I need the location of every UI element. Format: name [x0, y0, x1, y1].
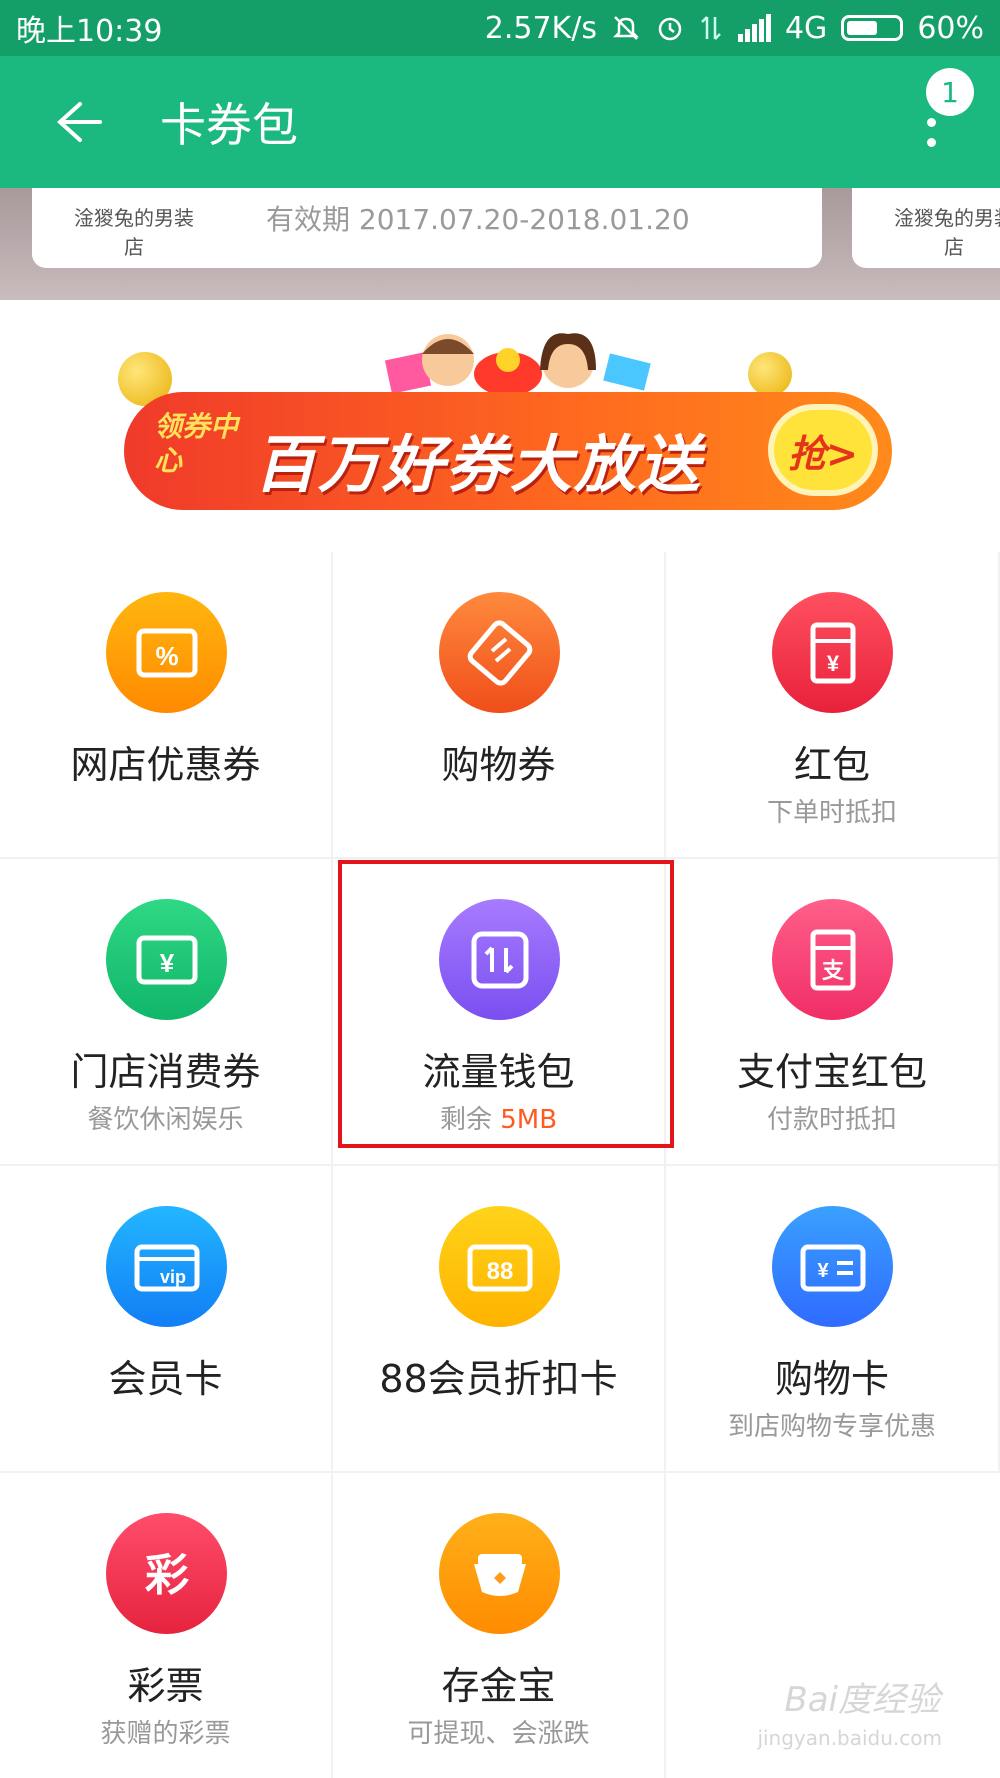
alarm-icon	[658, 17, 682, 41]
grid-item-label: 支付宝红包	[736, 1050, 927, 1094]
svg-text:¥: ¥	[817, 1260, 829, 1282]
coin-decoration	[748, 352, 792, 396]
svg-text:vip: vip	[159, 1267, 185, 1287]
svg-text:¥: ¥	[826, 651, 839, 676]
grid-item-vip-card[interactable]: vip 会员卡	[0, 1166, 333, 1473]
grid-item-label: 红包	[793, 743, 870, 787]
grab-button[interactable]: 抢>	[768, 404, 878, 496]
grid-item-lottery[interactable]: 彩彩票 获赠的彩票	[0, 1473, 333, 1778]
grid-item-shopping-card[interactable]: ¥ 购物卡到店购物专享优惠	[666, 1166, 1000, 1473]
coupon-card-next[interactable]: 淦猣兔的男装店	[852, 188, 1000, 268]
network-type: 4G	[784, 10, 828, 46]
svg-text:支: 支	[821, 959, 844, 984]
grid-item-discount-card-88[interactable]: 88 88会员折扣卡	[333, 1166, 666, 1473]
status-time: 晚上10:39	[16, 14, 163, 49]
alipay-red-envelope-icon: 支	[772, 899, 893, 1020]
card-carousel[interactable]: 淦猣兔的男装店 有效期 2017.07.20-2018.01.20 淦猣兔的男装…	[0, 188, 1000, 300]
back-button[interactable]	[0, 56, 160, 188]
grid-item-label: 彩票	[127, 1664, 204, 1708]
status-bar: 晚上10:39 2.57K/s 4G 60%	[0, 0, 1000, 56]
more-dot	[927, 118, 936, 127]
svg-text:%: %	[155, 641, 178, 671]
grid-item-gold-ingot[interactable]: 存金宝可提现、会涨跌	[333, 1473, 666, 1778]
grid-item-label: 门店消费券	[70, 1050, 261, 1094]
data-transfer-icon	[701, 16, 721, 40]
grid-item-subtitle: 到店购物专享优惠	[727, 1412, 936, 1442]
more-dot	[927, 138, 936, 147]
baidu-watermark: Bai度经验	[784, 1680, 940, 1720]
grid-item-subtitle: 餐饮休闲娱乐	[87, 1105, 244, 1135]
notification-badge: 1	[926, 68, 974, 116]
highlight-frame	[338, 860, 674, 1148]
grid-item-label: 88会员折扣卡	[379, 1357, 618, 1401]
grid-item-label: 购物卡	[774, 1357, 889, 1401]
network-speed: 2.57K/s	[484, 10, 597, 46]
banner-small-text: 领券中心	[154, 410, 239, 477]
people-illustration	[384, 333, 651, 396]
baidu-watermark-url: jingyan.baidu.com	[757, 1726, 942, 1750]
lottery-icon: 彩	[106, 1513, 227, 1634]
grid-item-label: 存金宝	[441, 1664, 556, 1708]
banner-pill: 领券中心 百万好券大放送 抢>	[124, 392, 892, 510]
grid-item-shopping-voucher[interactable]: 购物券	[333, 552, 666, 859]
svg-text:¥: ¥	[159, 948, 174, 978]
grid-item-subtitle: 下单时抵扣	[766, 798, 897, 828]
card-validity: 有效期 2017.07.20-2018.01.20	[266, 203, 690, 236]
mute-bell-icon	[612, 16, 639, 40]
battery-icon	[841, 15, 904, 41]
discount-card-88-icon: 88	[439, 1206, 560, 1327]
app-bar: 卡券包 1	[0, 56, 1000, 188]
svg-text:彩: 彩	[145, 1550, 189, 1601]
vip-card-icon: vip	[106, 1206, 227, 1327]
grid-item-subtitle: 付款时抵扣	[766, 1105, 897, 1135]
gold-ingot-icon	[439, 1513, 560, 1634]
store-logo: 淦猣兔的男装店	[894, 206, 1000, 259]
coupon-card[interactable]: 淦猣兔的男装店 有效期 2017.07.20-2018.01.20	[32, 188, 822, 268]
shopping-voucher-icon	[439, 592, 560, 713]
grid-item-label: 会员卡	[108, 1357, 223, 1401]
red-envelope-icon: ¥	[772, 592, 893, 713]
grid-item-store-voucher[interactable]: ¥ 门店消费券餐饮休闲娱乐	[0, 859, 333, 1166]
signal-icon	[737, 14, 771, 42]
coupon-center-banner[interactable]: 领券中心 百万好券大放送 抢>	[118, 330, 898, 525]
grid-item-subtitle: 可提现、会涨跌	[407, 1719, 590, 1749]
grid-item-subtitle: 获赠的彩票	[100, 1719, 231, 1749]
page-title: 卡券包	[160, 98, 298, 152]
grid-item-coupon-percent[interactable]: % 网店优惠券	[0, 552, 333, 859]
shopping-card-icon: ¥	[772, 1206, 893, 1327]
coupon-percent-icon: %	[106, 592, 227, 713]
back-arrow-icon	[57, 102, 102, 142]
store-voucher-icon: ¥	[106, 899, 227, 1020]
grid-item-alipay-red-envelope[interactable]: 支支付宝红包付款时抵扣	[666, 859, 1000, 1166]
grid-item-red-envelope[interactable]: ¥ 红包下单时抵扣	[666, 552, 1000, 859]
status-icons: 2.57K/s 4G 60%	[485, 11, 984, 46]
store-logo: 淦猣兔的男装店	[74, 206, 194, 259]
battery-percent: 60%	[917, 10, 984, 46]
svg-text:88: 88	[486, 1258, 513, 1285]
grid-item-label: 购物券	[441, 743, 556, 787]
grid-item-label: 网店优惠券	[70, 743, 261, 787]
banner-big-text: 百万好券大放送	[254, 428, 703, 501]
